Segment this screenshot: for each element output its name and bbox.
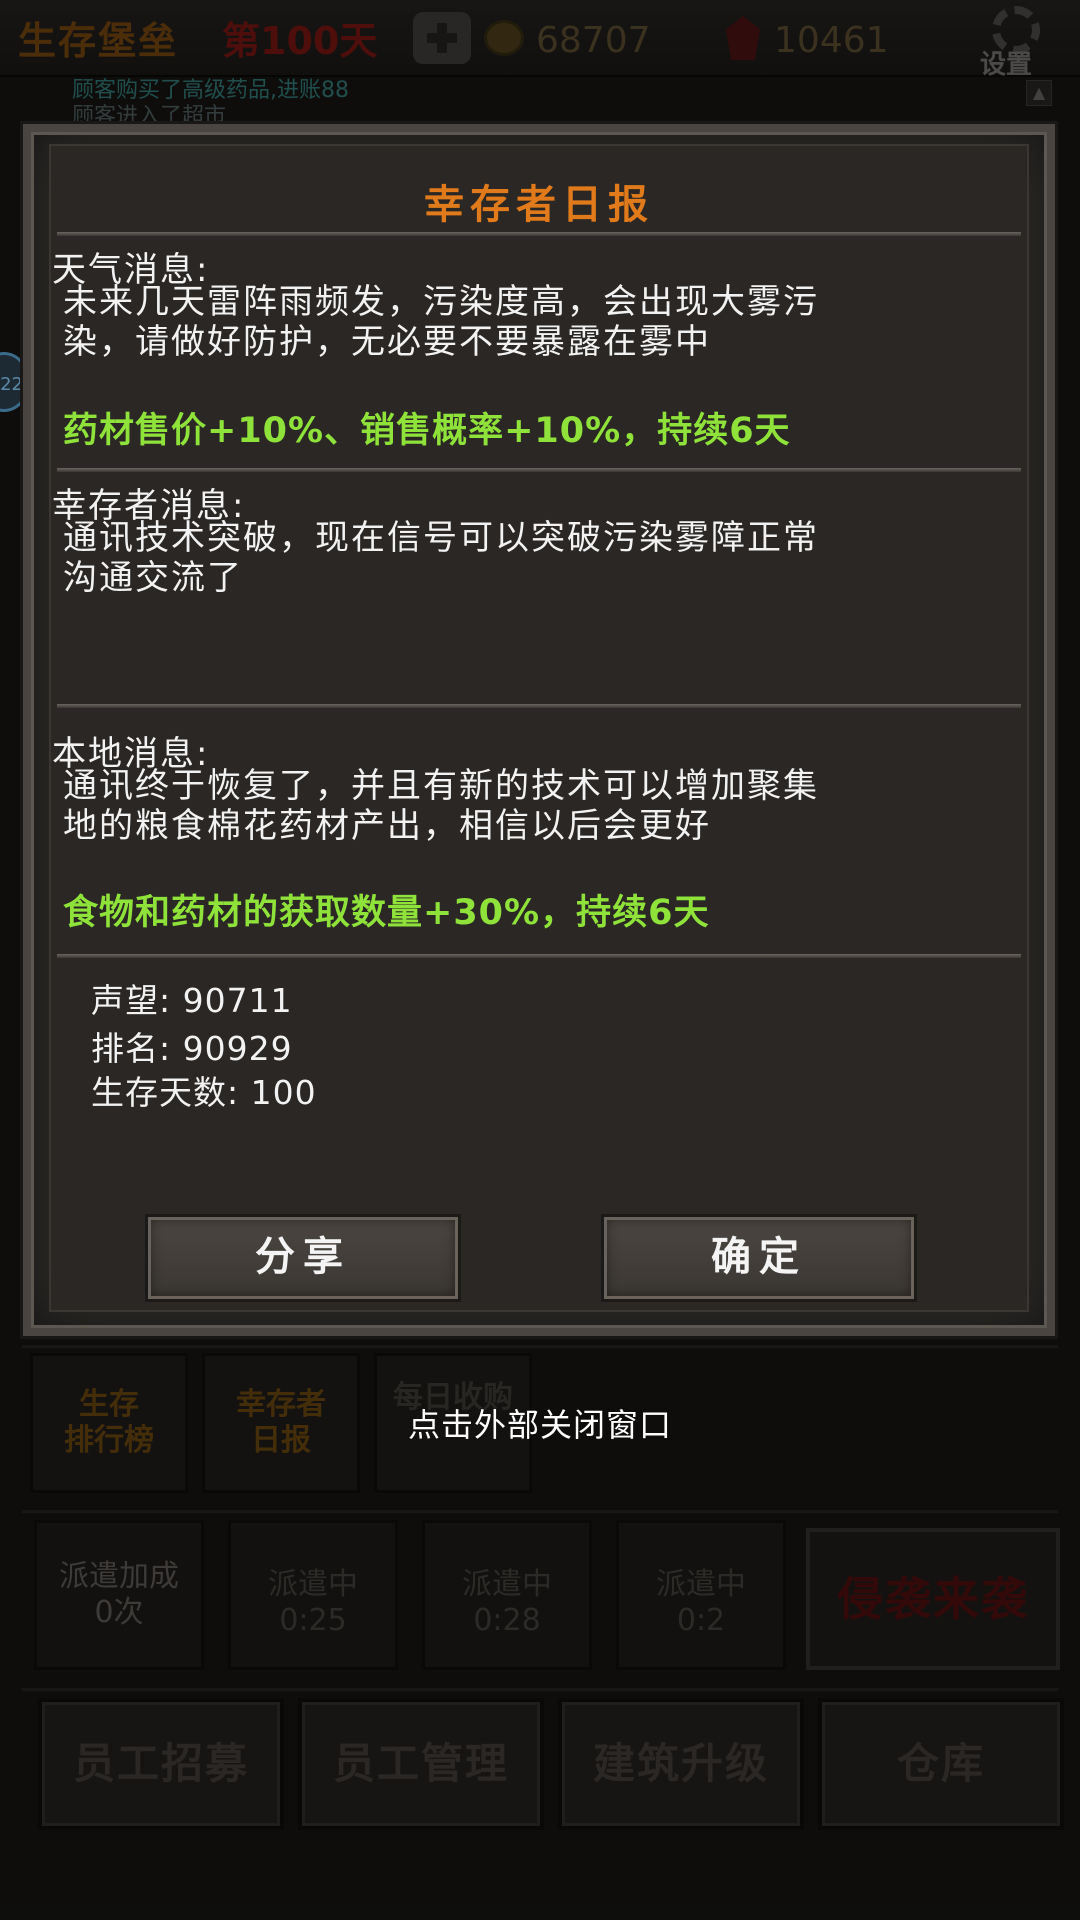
local-text: 通讯终于恢复了，并且有新的技术可以增加聚集 地的粮食棉花药材产出，相信以后会更好 (63, 766, 1013, 846)
weather-text: 未来几天雷阵雨频发，污染度高，会出现大雾污 染，请做好防护，无必要不要暴露在雾中 (63, 282, 1013, 362)
local-line: 地的粮食棉花药材产出，相信以后会更好 (63, 806, 711, 846)
survivor-line: 沟通交流了 (63, 558, 243, 598)
survival-days-stat: 生存天数: 100 (91, 1073, 317, 1112)
local-effect: 食物和药材的获取数量+30%，持续6天 (63, 893, 710, 933)
close-hint: 点击外部关闭窗口 (407, 1406, 672, 1444)
divider (57, 232, 1021, 236)
share-button[interactable]: 分享 (145, 1214, 461, 1302)
local-line: 通讯终于恢复了，并且有新的技术可以增加聚集 (63, 766, 819, 806)
confirm-button[interactable]: 确定 (601, 1214, 917, 1302)
survivor-daily-dialog: 幸存者日报 天气消息: 未来几天雷阵雨频发，污染度高，会出现大雾污 染，请做好防… (23, 124, 1055, 1336)
survivor-text: 通讯技术突破，现在信号可以突破污染雾障正常 沟通交流了 (63, 518, 1013, 598)
divider (57, 954, 1021, 958)
divider (57, 468, 1021, 472)
weather-effect: 药材售价+10%、销售概率+10%，持续6天 (63, 411, 791, 451)
weather-line: 未来几天雷阵雨频发，污染度高，会出现大雾污 (63, 282, 819, 322)
divider (57, 704, 1021, 708)
rank-stat: 排名: 90929 (91, 1029, 293, 1068)
weather-line: 染，请做好防护，无必要不要暴露在雾中 (63, 322, 711, 362)
dialog-panel: 幸存者日报 天气消息: 未来几天雷阵雨频发，污染度高，会出现大雾污 染，请做好防… (49, 144, 1029, 1312)
reputation-stat: 声望: 90711 (91, 981, 293, 1020)
dialog-title: 幸存者日报 (424, 182, 654, 228)
survivor-line: 通讯技术突破，现在信号可以突破污染雾障正常 (63, 518, 819, 558)
